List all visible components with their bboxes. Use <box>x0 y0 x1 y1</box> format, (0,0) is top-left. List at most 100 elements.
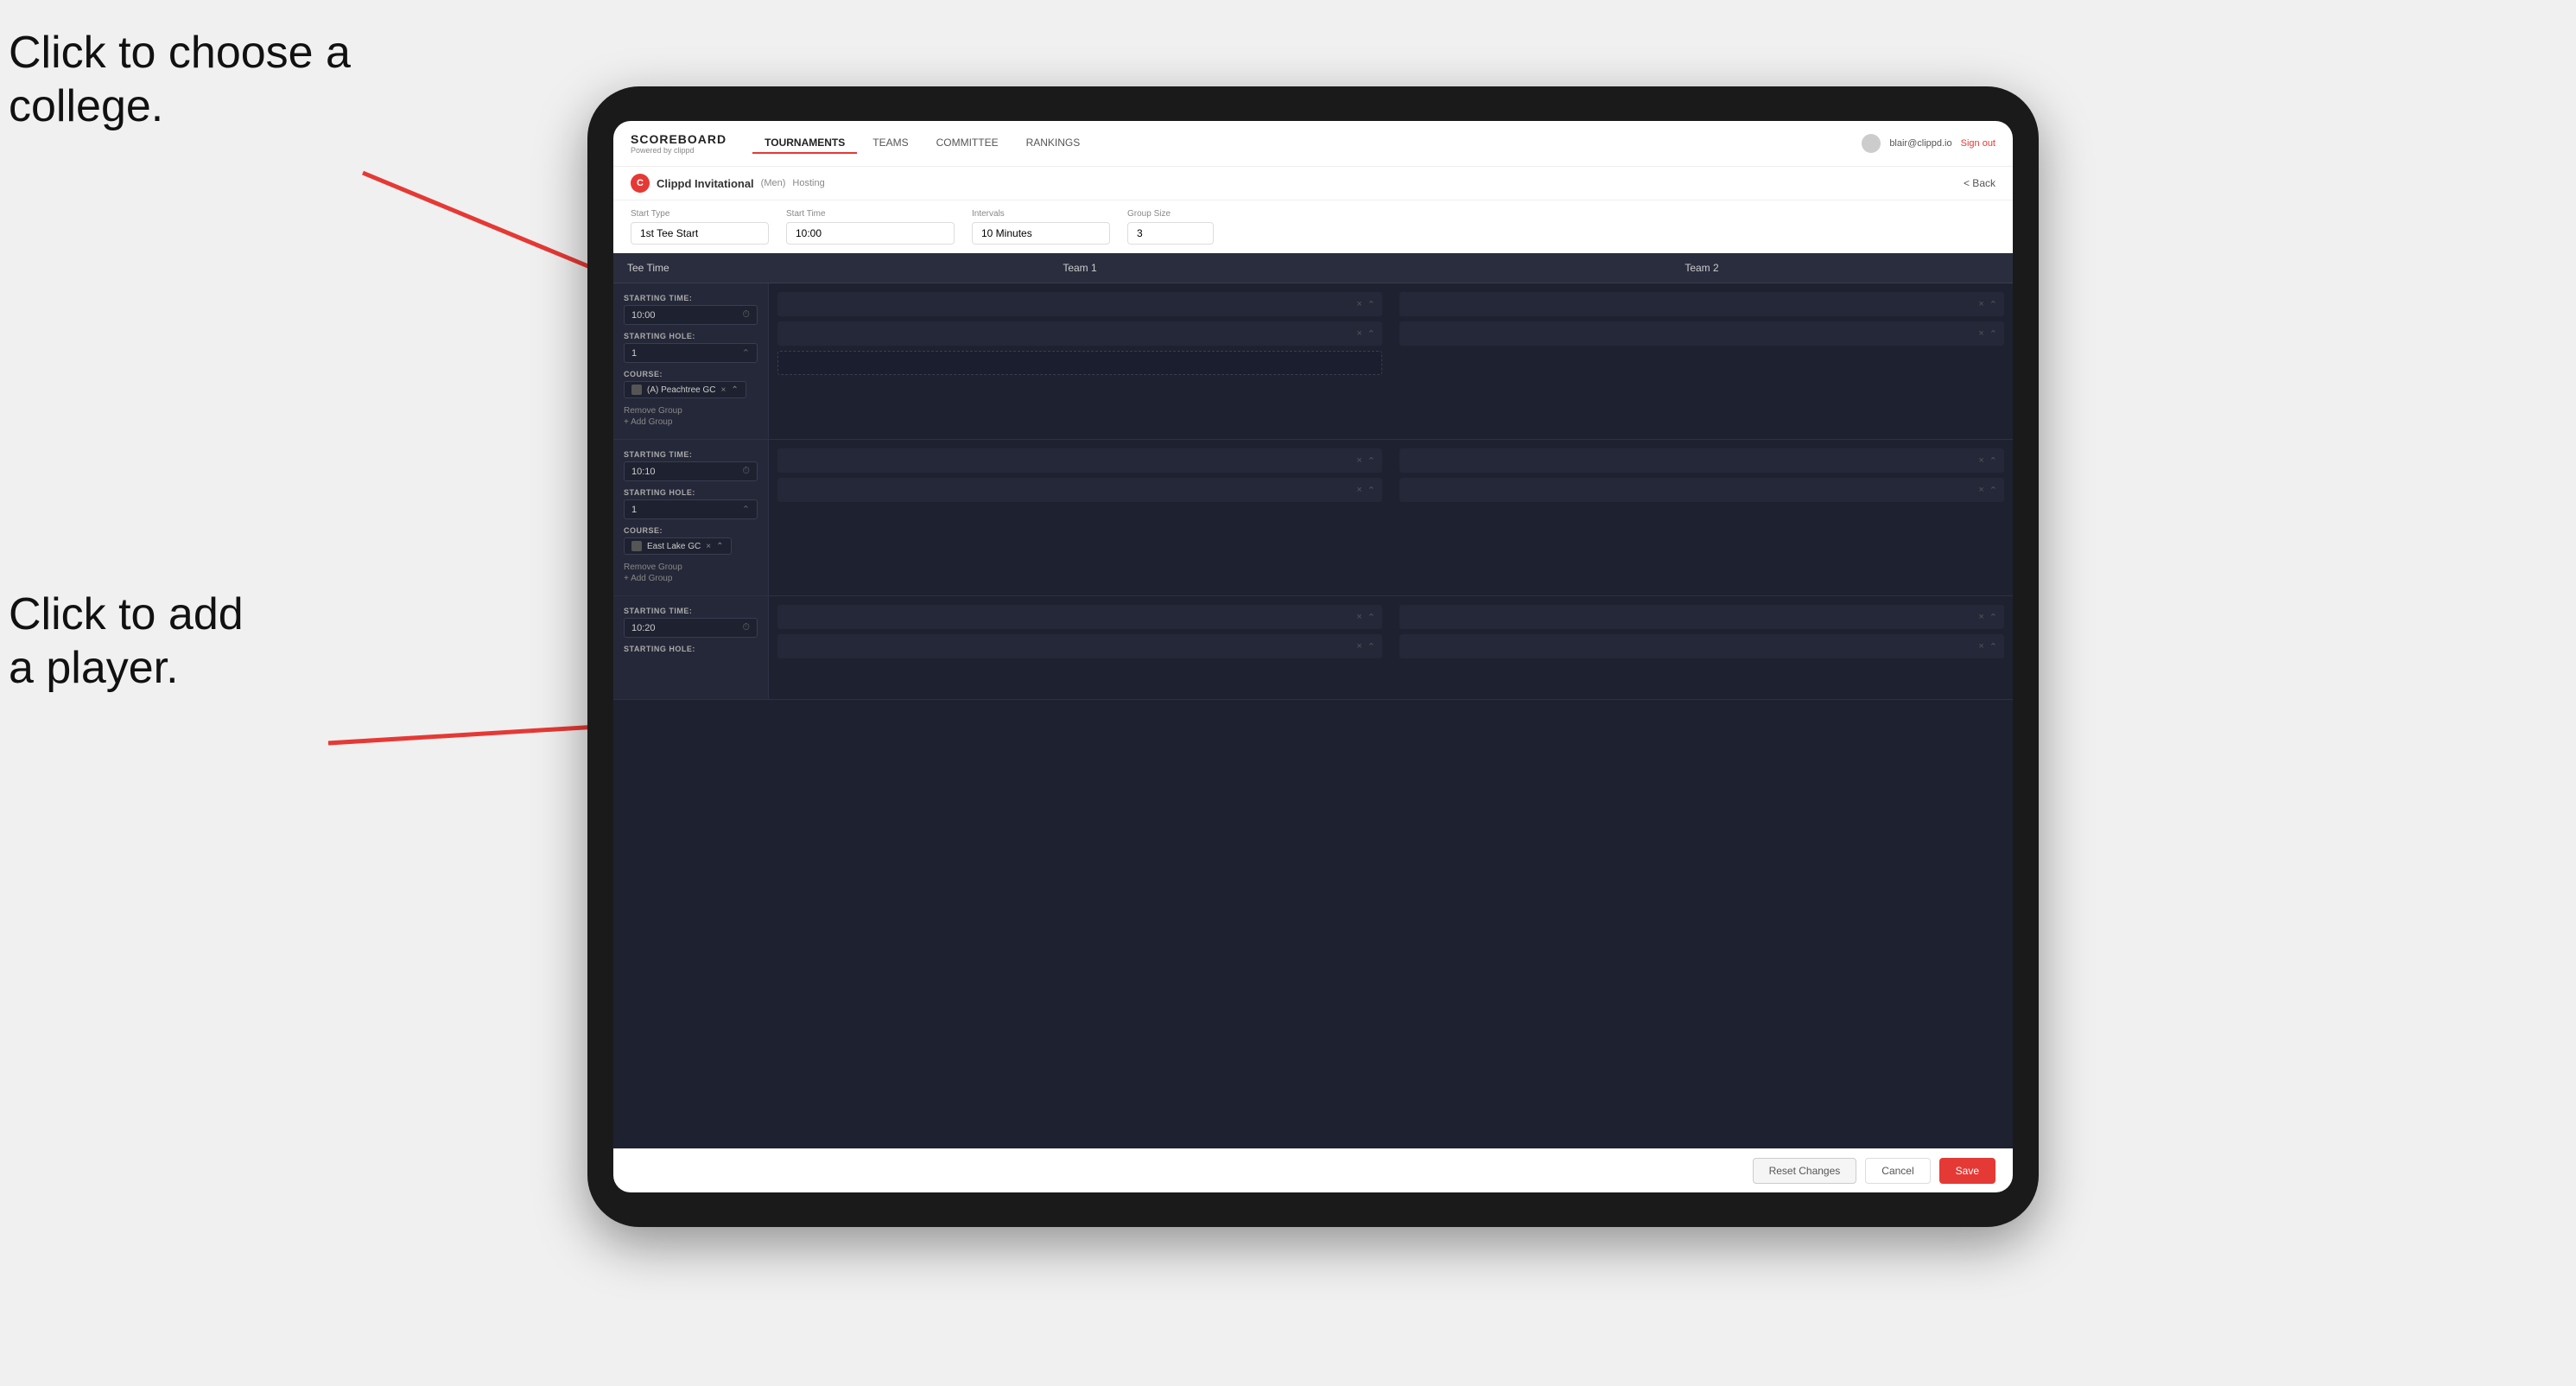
group-team2-2: × ⌃ × ⌃ <box>1391 440 2013 595</box>
remove-group-link-1[interactable]: Remove Group <box>624 406 758 416</box>
intervals-select[interactable]: 10 Minutes <box>972 222 1110 245</box>
start-type-group: Start Type 1st Tee Start <box>631 209 769 245</box>
reset-changes-button[interactable]: Reset Changes <box>1753 1158 1857 1184</box>
slot6-chevron-2: ⌃ <box>1989 641 1997 652</box>
group-starting-time-field-3: STARTING TIME: 10:20 ⏱ <box>624 607 758 638</box>
group-starting-time-field-1: STARTING TIME: 10:00 ⏱ <box>624 294 758 325</box>
col-team2: Team 2 <box>1391 253 2013 283</box>
table-header: Tee Time Team 1 Team 2 <box>613 253 2013 283</box>
starting-hole-label-3: STARTING HOLE: <box>624 645 758 653</box>
player-slot-1-3[interactable] <box>777 351 1382 375</box>
clock-icon-3: ⏱ <box>742 622 750 633</box>
course-tag-1[interactable]: (A) Peachtree GC × ⌃ <box>624 381 746 398</box>
col-tee-time: Tee Time <box>613 253 769 283</box>
remove-course-x-2[interactable]: × <box>706 542 711 551</box>
starting-hole-label-1: STARTING HOLE: <box>624 332 758 340</box>
slot5-chevron-1: ⌃ <box>1367 612 1375 623</box>
starting-time-label-3: STARTING TIME: <box>624 607 758 615</box>
slot2-x-icon-1-2[interactable]: × <box>1978 328 1983 339</box>
chevron-icon-2: ⌃ <box>742 504 750 515</box>
nav-links: TOURNAMENTS TEAMS COMMITTEE RANKINGS <box>752 133 1862 154</box>
nav-link-rankings[interactable]: RANKINGS <box>1014 133 1093 154</box>
course-label-1: COURSE: <box>624 370 758 378</box>
tablet-frame: SCOREBOARD Powered by clippd TOURNAMENTS… <box>587 86 2039 1227</box>
clock-icon-1: ⏱ <box>742 309 750 321</box>
tournament-info: C Clippd Invitational (Men) Hosting <box>631 174 825 193</box>
slot5-x-icon-2[interactable]: × <box>1356 641 1361 652</box>
annotation-text-2: Click to add a player. <box>9 589 244 693</box>
group-starting-hole-field-1: STARTING HOLE: 1 ⌃ <box>624 332 758 363</box>
group-starting-hole-field-2: STARTING HOLE: 1 ⌃ <box>624 488 758 519</box>
annotation-choose-college: Click to choose a college. <box>9 26 351 134</box>
slot4-chevron-2: ⌃ <box>1989 485 1997 496</box>
slot-x-icon-1-2[interactable]: × <box>1356 328 1361 339</box>
slot2-chevron-icon-1-2: ⌃ <box>1989 328 1997 340</box>
starting-time-input-2[interactable]: 10:10 ⏱ <box>624 461 758 481</box>
player-slot-2-1[interactable]: × ⌃ <box>1399 292 2004 316</box>
player-slot-5-2[interactable]: × ⌃ <box>777 634 1382 658</box>
slot6-x-icon-2[interactable]: × <box>1978 641 1983 652</box>
group-size-select[interactable]: 3 <box>1127 222 1214 245</box>
player-slot-1-1[interactable]: × ⌃ <box>777 292 1382 316</box>
user-avatar <box>1862 134 1881 153</box>
slot3-x-icon-1[interactable]: × <box>1356 455 1361 466</box>
slot-chevron-icon-1-2: ⌃ <box>1367 328 1375 340</box>
starting-hole-input-2[interactable]: 1 ⌃ <box>624 499 758 519</box>
tablet-screen: SCOREBOARD Powered by clippd TOURNAMENTS… <box>613 121 2013 1192</box>
slot2-x-icon-1-1[interactable]: × <box>1978 299 1983 309</box>
nav-link-teams[interactable]: TEAMS <box>860 133 920 154</box>
tournament-gender: (Men) <box>761 178 786 188</box>
group-team2-3: × ⌃ × ⌃ <box>1391 596 2013 699</box>
slot5-chevron-2: ⌃ <box>1367 641 1375 652</box>
group-left-3: STARTING TIME: 10:20 ⏱ STARTING HOLE: <box>613 596 769 699</box>
slot2-chevron-icon-1-1: ⌃ <box>1989 299 1997 310</box>
save-button[interactable]: Save <box>1939 1158 1995 1184</box>
sign-out-link[interactable]: Sign out <box>1961 138 1995 149</box>
player-slot-4-2[interactable]: × ⌃ <box>1399 478 2004 502</box>
controls-row: Start Type 1st Tee Start Start Time Inte… <box>613 200 2013 253</box>
player-slot-1-2[interactable]: × ⌃ <box>777 321 1382 346</box>
player-slot-2-2[interactable]: × ⌃ <box>1399 321 2004 346</box>
add-group-link-1[interactable]: + Add Group <box>624 417 758 427</box>
nav-link-tournaments[interactable]: TOURNAMENTS <box>752 133 857 154</box>
course-tag-2[interactable]: East Lake GC × ⌃ <box>624 537 732 555</box>
slot4-x-icon-2[interactable]: × <box>1978 485 1983 495</box>
slot4-x-icon-1[interactable]: × <box>1978 455 1983 466</box>
group-row-3: STARTING TIME: 10:20 ⏱ STARTING HOLE: × … <box>613 596 2013 700</box>
main-content: Tee Time Team 1 Team 2 STARTING TIME: 10… <box>613 253 2013 1148</box>
start-type-label: Start Type <box>631 209 769 219</box>
course-label-2: COURSE: <box>624 526 758 535</box>
group-team2-1: × ⌃ × ⌃ <box>1391 283 2013 439</box>
starting-time-input-1[interactable]: 10:00 ⏱ <box>624 305 758 325</box>
nav-right: blair@clippd.io Sign out <box>1862 134 1995 153</box>
start-time-input[interactable] <box>786 222 955 245</box>
back-button[interactable]: < Back <box>1964 177 1995 189</box>
intervals-group: Intervals 10 Minutes <box>972 209 1110 245</box>
slot6-x-icon-1[interactable]: × <box>1978 612 1983 622</box>
slot3-x-icon-2[interactable]: × <box>1356 485 1361 495</box>
slot5-x-icon-1[interactable]: × <box>1356 612 1361 622</box>
group-left-1: STARTING TIME: 10:00 ⏱ STARTING HOLE: 1 … <box>613 283 769 439</box>
group-team1-2: × ⌃ × ⌃ <box>769 440 1391 595</box>
player-slot-6-1[interactable]: × ⌃ <box>1399 605 2004 629</box>
start-type-select[interactable]: 1st Tee Start <box>631 222 769 245</box>
nav-bar: SCOREBOARD Powered by clippd TOURNAMENTS… <box>613 121 2013 166</box>
cancel-button[interactable]: Cancel <box>1865 1158 1930 1184</box>
player-slot-3-2[interactable]: × ⌃ <box>777 478 1382 502</box>
starting-hole-input-1[interactable]: 1 ⌃ <box>624 343 758 363</box>
annotation-add-player: Click to add a player. <box>9 588 244 696</box>
remove-course-x-1[interactable]: × <box>720 385 726 395</box>
slot-x-icon-1-1[interactable]: × <box>1356 299 1361 309</box>
player-slot-5-1[interactable]: × ⌃ <box>777 605 1382 629</box>
nav-link-committee[interactable]: COMMITTEE <box>924 133 1011 154</box>
player-slot-3-1[interactable]: × ⌃ <box>777 448 1382 473</box>
group-team1-1: × ⌃ × ⌃ <box>769 283 1391 439</box>
remove-group-link-2[interactable]: Remove Group <box>624 563 758 572</box>
group-starting-time-field-2: STARTING TIME: 10:10 ⏱ <box>624 450 758 481</box>
player-slot-4-1[interactable]: × ⌃ <box>1399 448 2004 473</box>
add-group-link-2[interactable]: + Add Group <box>624 574 758 583</box>
group-size-group: Group Size 3 <box>1127 209 1214 245</box>
starting-time-input-3[interactable]: 10:20 ⏱ <box>624 618 758 638</box>
player-slot-6-2[interactable]: × ⌃ <box>1399 634 2004 658</box>
starting-time-label-2: STARTING TIME: <box>624 450 758 459</box>
